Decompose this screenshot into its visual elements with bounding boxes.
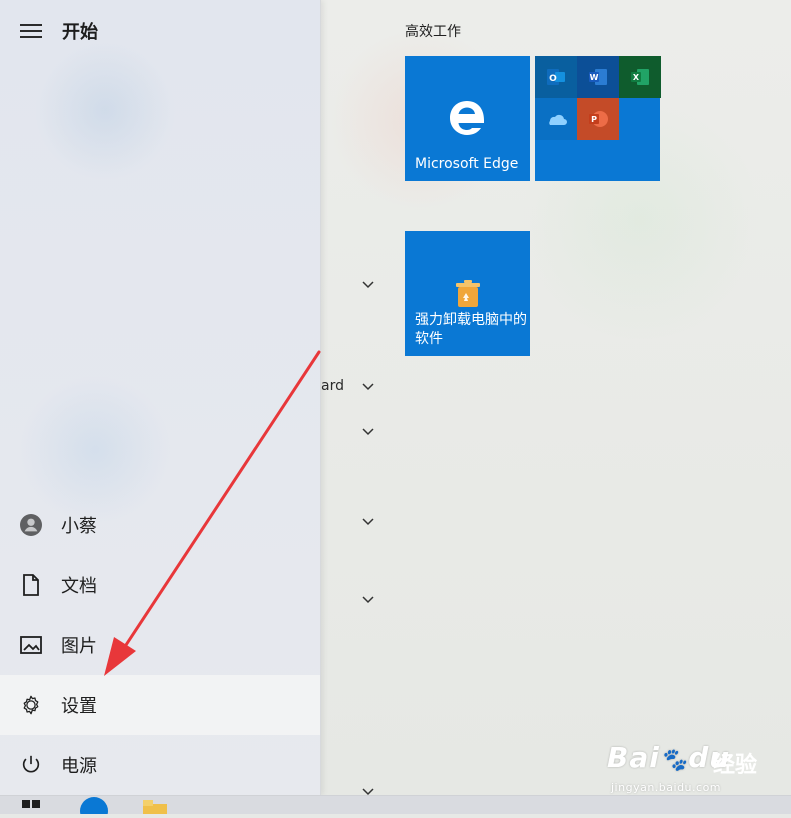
windows-start-icon[interactable] [22,800,40,818]
svg-text:O: O [549,74,557,84]
chevron-down-icon[interactable] [361,595,375,605]
word-icon[interactable]: W [577,56,619,98]
nav-item-documents[interactable]: 文档 [0,555,320,615]
chevron-down-icon[interactable] [361,427,375,437]
tile-office-folder[interactable]: O W X P [535,56,661,181]
tile-microsoft-edge[interactable]: Microsoft Edge [405,56,530,181]
svg-text:P: P [591,115,597,124]
powerpoint-icon[interactable]: P [577,98,619,140]
edge-taskbar-icon[interactable] [79,796,109,814]
watermark-brand: Bai🐾du [607,741,731,774]
excel-icon[interactable]: X [619,56,661,98]
app-list-item-partial[interactable]: ard [321,378,344,394]
watermark-jingyan: 经验 [713,753,758,778]
picture-icon [20,634,42,656]
chevron-down-icon[interactable] [361,382,375,392]
tile-label-uninstall: 强力卸载电脑中的软件 [415,312,527,347]
office-grid-empty [619,98,661,140]
nav-label-settings: 设置 [61,696,97,717]
nav-item-pictures[interactable]: 图片 [0,615,320,675]
tile-label-edge: Microsoft Edge [415,156,519,172]
start-menu-panel: 开始 小蔡 文档 图片 设置 电源 [0,0,321,795]
edge-logo-icon [450,101,484,135]
onedrive-icon[interactable] [535,98,577,140]
recycle-bin-icon [456,280,480,307]
nav-item-power[interactable]: 电源 [0,735,320,795]
nav-label-documents: 文档 [61,576,97,597]
power-icon [20,754,42,776]
tile-uninstall-software[interactable]: 强力卸载电脑中的软件 [405,231,530,356]
start-title: 开始 [62,22,98,43]
hamburger-menu-icon[interactable] [20,24,42,38]
svg-text:W: W [590,73,599,82]
chevron-down-icon[interactable] [361,280,375,290]
user-avatar-icon [20,514,42,536]
nav-item-settings[interactable]: 设置 [0,675,320,735]
tile-group-title: 高效工作 [405,24,461,40]
gear-icon [20,694,42,716]
outlook-icon[interactable]: O [535,56,577,98]
office-apps-grid: O W X P [535,56,661,140]
document-icon [20,574,42,596]
svg-text:X: X [633,73,640,82]
chevron-down-icon[interactable] [361,517,375,527]
nav-label-pictures: 图片 [61,636,97,657]
baidu-jingyan-watermark: Bai🐾du 经验 jingyan.baidu.com [607,741,777,801]
start-menu-header: 开始 [20,16,98,46]
watermark-url: jingyan.baidu.com [611,781,722,794]
file-explorer-icon[interactable] [141,796,169,814]
nav-label-power: 电源 [61,756,97,777]
nav-label-user: 小蔡 [61,516,97,537]
start-menu-nav: 小蔡 文档 图片 设置 电源 [0,495,320,795]
nav-item-user[interactable]: 小蔡 [0,495,320,555]
